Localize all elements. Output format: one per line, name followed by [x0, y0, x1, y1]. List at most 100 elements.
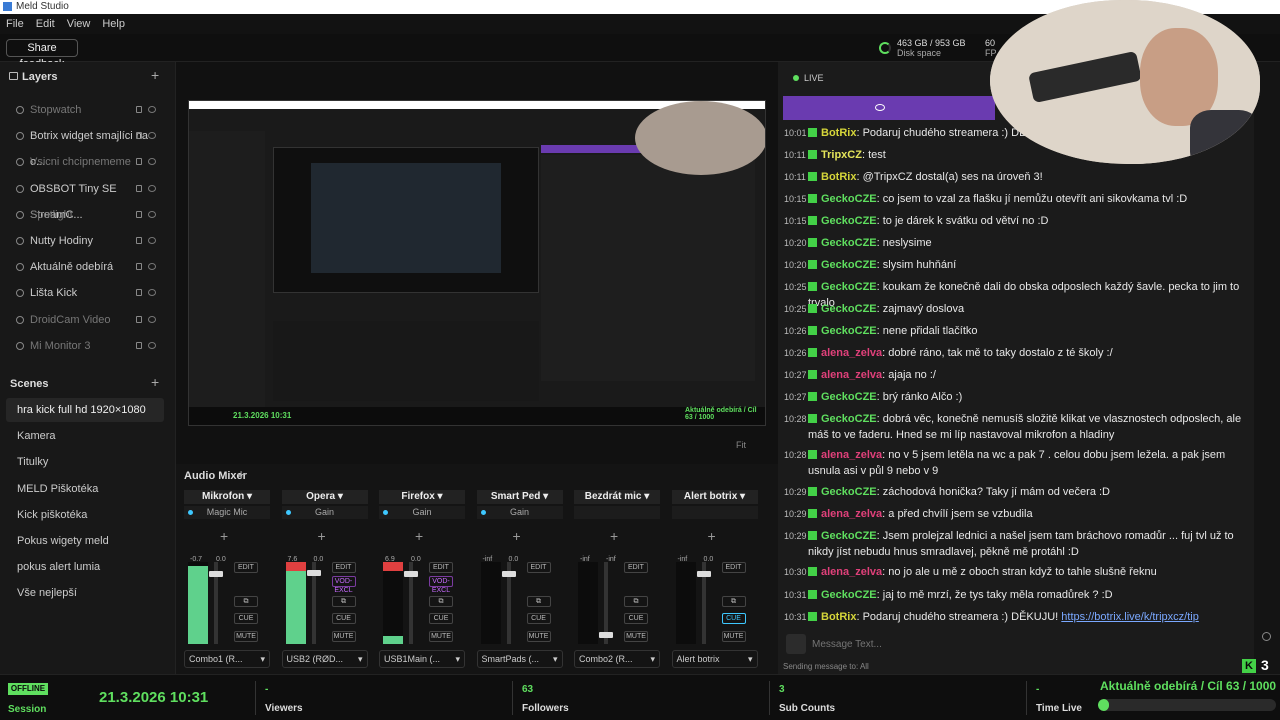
volume-fader[interactable]	[599, 562, 613, 644]
channel-name[interactable]: Firefox ▾	[379, 490, 465, 504]
add-filter-button[interactable]: +	[610, 528, 618, 544]
message-username[interactable]: GeckoCZE	[821, 281, 877, 293]
message-link[interactable]: https://botrix.live/k/tripxcz/tip	[1061, 611, 1199, 623]
add-layer-button[interactable]: +	[151, 67, 159, 83]
channel-effect[interactable]	[574, 506, 660, 519]
channel-effect[interactable]: Gain	[476, 506, 563, 519]
message-username[interactable]: GeckoCZE	[821, 259, 877, 271]
mute-button[interactable]: MUTE	[526, 631, 551, 642]
layer-item[interactable]: Aktuálně odebírá	[0, 254, 166, 280]
lock-icon[interactable]	[136, 158, 142, 166]
message-username[interactable]: BotRix	[821, 171, 856, 183]
visibility-eye-icon[interactable]	[148, 210, 156, 218]
visibility-eye-icon[interactable]	[148, 341, 156, 349]
scene-item[interactable]: Kamera	[6, 424, 164, 448]
fader-knob[interactable]	[306, 569, 321, 576]
monitor-icon[interactable]: ⧉	[429, 596, 453, 607]
message-username[interactable]: GeckoCZE	[821, 303, 877, 315]
layer-item[interactable]: Vsicni chcipnememe	[0, 149, 166, 175]
layer-item[interactable]: OBSBOT Tiny SE StreamC...	[0, 176, 166, 221]
channel-effect[interactable]: Gain	[281, 506, 368, 519]
device-select[interactable]: Alert botrix ▾	[671, 650, 758, 668]
edit-button[interactable]: EDIT	[721, 562, 746, 573]
add-filter-button[interactable]: +	[708, 528, 716, 544]
device-select[interactable]: SmartPads (... ▾	[476, 650, 563, 668]
mute-button[interactable]: MUTE	[721, 631, 746, 642]
menu-file[interactable]: File	[0, 14, 30, 34]
edit-button[interactable]: EDIT	[429, 562, 453, 573]
scene-item[interactable]: Kick piškotéka	[6, 503, 164, 527]
fader-knob[interactable]	[501, 571, 516, 578]
fader-knob[interactable]	[696, 571, 711, 578]
message-username[interactable]: GeckoCZE	[821, 237, 877, 249]
layer-item[interactable]: Botrix widget smajlíci na o...	[0, 123, 166, 168]
scene-item[interactable]: hra kick full hd 1920×1080	[6, 398, 164, 422]
menu-view[interactable]: View	[61, 14, 97, 34]
fit-dropdown[interactable]: Fit	[736, 440, 746, 450]
edit-button[interactable]: EDIT	[234, 562, 258, 573]
fader-knob[interactable]	[404, 571, 418, 578]
monitor-icon[interactable]: ⧉	[526, 596, 551, 607]
volume-fader[interactable]	[696, 562, 711, 644]
visibility-eye-icon[interactable]	[148, 263, 156, 271]
edit-button[interactable]: EDIT	[624, 562, 648, 573]
scene-item[interactable]: MELD Piškotéka	[6, 477, 164, 501]
add-filter-button[interactable]: +	[513, 528, 521, 544]
lock-icon[interactable]	[136, 210, 142, 218]
cue-button[interactable]: CUE	[721, 613, 746, 624]
lock-icon[interactable]	[136, 263, 142, 271]
monitor-icon[interactable]: ⧉	[331, 596, 356, 607]
visibility-eye-icon[interactable]	[148, 237, 156, 244]
channel-name[interactable]: Alert botrix ▾	[671, 490, 758, 504]
message-username[interactable]: GeckoCZE	[821, 215, 877, 227]
scene-item[interactable]: Pokus wigety meld	[6, 529, 164, 553]
layer-item[interactable]: Spotlight	[0, 202, 166, 228]
scene-item[interactable]: pokus alert lumia	[6, 555, 164, 579]
layer-item[interactable]: Nutty Hodiny	[0, 228, 166, 254]
scene-item[interactable]: Titulky	[6, 450, 164, 474]
visibility-eye-icon[interactable]	[148, 132, 156, 140]
device-select[interactable]: Combo1 (R... ▾	[184, 650, 270, 668]
device-select[interactable]: USB2 (RØD... ▾	[281, 650, 368, 668]
vod-exclude-button[interactable]: VOD-EXCL	[429, 576, 453, 594]
scene-item[interactable]: Vše nejlepší	[6, 581, 164, 605]
monitor-icon[interactable]: ⧉	[721, 596, 746, 607]
channel-name[interactable]: Mikrofon ▾	[184, 490, 270, 504]
edit-button[interactable]: EDIT	[526, 562, 551, 573]
device-select[interactable]: Combo2 (R... ▾	[574, 650, 660, 668]
message-username[interactable]: GeckoCZE	[821, 325, 877, 337]
message-username[interactable]: alena_zelva	[821, 449, 882, 461]
vod-exclude-button[interactable]: VOD-EXCL	[331, 576, 356, 594]
message-username[interactable]: BotRix	[821, 127, 856, 139]
cue-button[interactable]: CUE	[624, 613, 648, 624]
volume-fader[interactable]	[209, 562, 223, 644]
menu-help[interactable]: Help	[96, 14, 131, 34]
visibility-eye-icon[interactable]	[148, 158, 156, 166]
cue-button[interactable]: CUE	[526, 613, 551, 624]
visibility-eye-icon[interactable]	[148, 106, 156, 113]
message-username[interactable]: alena_zelva	[821, 508, 882, 520]
message-username[interactable]: GeckoCZE	[821, 413, 877, 425]
program-preview[interactable]: 21.3.2026 10:31 Aktuálně odebírá / Cíl 6…	[188, 100, 766, 426]
edit-button[interactable]: EDIT	[331, 562, 356, 573]
visibility-eye-icon[interactable]	[148, 289, 156, 297]
channel-name[interactable]: Opera ▾	[281, 490, 368, 504]
menu-edit[interactable]: Edit	[30, 14, 61, 34]
volume-fader[interactable]	[306, 562, 321, 644]
share-feedback-button[interactable]: Share feedback	[6, 39, 78, 70]
add-filter-button[interactable]: +	[415, 528, 423, 544]
mute-button[interactable]: MUTE	[429, 631, 453, 642]
message-username[interactable]: TripxCZ	[821, 149, 862, 161]
message-username[interactable]: GeckoCZE	[821, 391, 877, 403]
mute-button[interactable]: MUTE	[234, 631, 258, 642]
device-select[interactable]: USB1Main (... ▾	[379, 650, 465, 668]
mute-button[interactable]: MUTE	[331, 631, 356, 642]
fader-knob[interactable]	[599, 631, 613, 638]
lock-icon[interactable]	[136, 341, 142, 349]
layer-item[interactable]: Lišta Kick	[0, 280, 166, 306]
fader-knob[interactable]	[209, 571, 223, 578]
add-audio-source-button[interactable]: +	[237, 466, 245, 482]
layer-item[interactable]: Mi Monitor 3	[0, 333, 166, 359]
message-username[interactable]: alena_zelva	[821, 369, 882, 381]
channel-effect[interactable]	[671, 506, 758, 519]
